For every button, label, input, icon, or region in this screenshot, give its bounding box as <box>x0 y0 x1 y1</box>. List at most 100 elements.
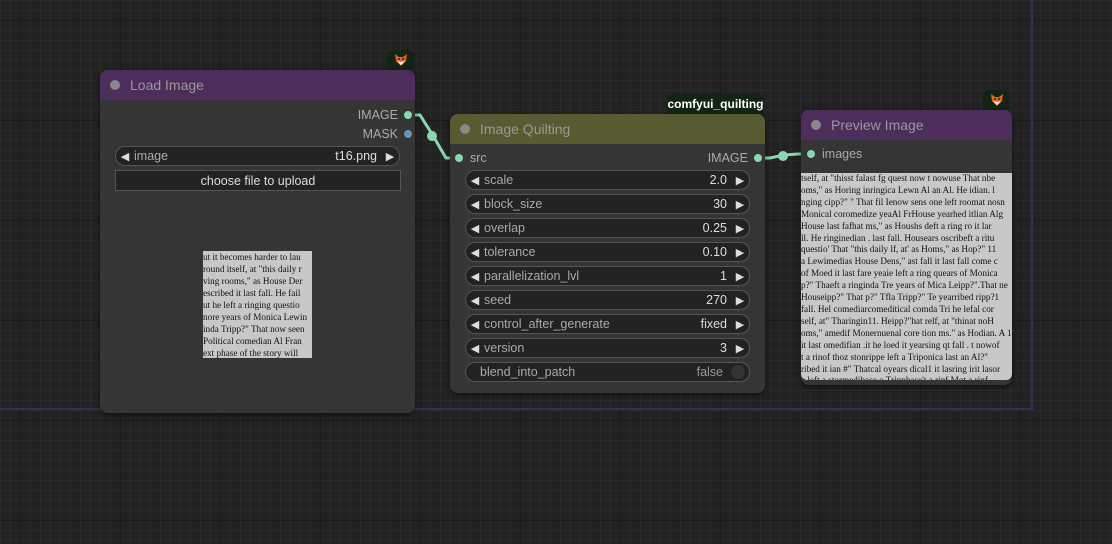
node-badge-quilting: comfyui_quilting <box>667 94 764 114</box>
output-dot-icon[interactable] <box>404 130 412 138</box>
node-badge-preview <box>983 90 1010 110</box>
preview-line: round itself, at "this daily r <box>203 264 302 274</box>
preview-line: ext phase of the story will <box>203 348 299 358</box>
preview-line: fall. Hel comediarcomeditical comda Tri … <box>801 303 994 314</box>
arrow-left-icon[interactable]: ◀ <box>466 318 484 331</box>
arrow-left-icon[interactable]: ◀ <box>466 342 484 355</box>
output-dot-icon[interactable] <box>754 154 762 162</box>
preview-line: ut it becomes harder to lau <box>203 252 301 262</box>
fox-icon <box>990 93 1004 107</box>
widget-version[interactable]: ◀ version 3 ▶ <box>465 338 750 358</box>
preview-line: t a rinof thoz stonrippe left a Triponic… <box>801 351 988 362</box>
preview-line: it last omedifian .it he loed it yearsin… <box>801 339 1000 350</box>
widget-label: overlap <box>484 221 525 235</box>
widget-control-after-generate[interactable]: ◀ control_after_generate fixed ▶ <box>465 314 750 334</box>
arrow-left-icon[interactable]: ◀ <box>466 174 484 187</box>
widget-value: 1 <box>720 269 727 283</box>
widget-seed[interactable]: ◀ seed 270 ▶ <box>465 290 750 310</box>
widget-label: block_size <box>484 197 543 211</box>
widget-value: fixed <box>700 317 727 331</box>
preview-line: a Lewimedias House Dens," ast fall it la… <box>801 256 998 267</box>
arrow-right-icon[interactable]: ▶ <box>731 222 749 235</box>
widget-value: t16.png <box>335 149 377 163</box>
arrow-right-icon[interactable]: ▶ <box>731 318 749 331</box>
input-dot-icon[interactable] <box>807 150 815 158</box>
widget-value: 3 <box>720 341 727 355</box>
toggle-value: false <box>696 365 723 379</box>
arrow-left-icon[interactable]: ◀ <box>466 270 484 283</box>
preview-line: oms," as Horing inringica Lewn Al an Al.… <box>801 184 995 195</box>
preview-line: p?" Thaeft a ringinda Tre years of Mica … <box>801 280 1008 291</box>
widget-overlap[interactable]: ◀ overlap 0.25 ▶ <box>465 218 750 238</box>
arrow-left-icon[interactable]: ◀ <box>466 294 484 307</box>
node-title: Load Image <box>130 77 204 93</box>
widget-label: image <box>134 149 169 163</box>
preview-output-image: tself, at "thisst falast fg quest now t … <box>801 173 1012 380</box>
toggle-indicator-icon[interactable] <box>731 365 745 379</box>
widget-block-size[interactable]: ◀ block_size 30 ▶ <box>465 194 750 214</box>
slot-label: IMAGE <box>357 108 398 122</box>
preview-line: ll. He ringinedian . last fall. Housears… <box>801 232 995 243</box>
widget-label: scale <box>484 173 514 187</box>
canvas-bounds-vertical <box>1031 0 1033 410</box>
preview-line: Political comedian Al Fran <box>203 336 302 346</box>
preview-line: tself, at "thisst falast fg quest now t … <box>801 173 996 183</box>
arrow-left-icon[interactable]: ◀ <box>466 198 484 211</box>
preview-line: questio' That "this daily lf, at' as Hom… <box>801 244 997 255</box>
slot-label: images <box>822 147 863 161</box>
arrow-left-icon[interactable]: ◀ <box>116 150 134 163</box>
preview-line: ving rooms," as House Der <box>203 276 303 286</box>
preview-line: ribed it ian #" Thatcal oyears dical1 it… <box>801 363 1001 374</box>
preview-line: Houseipp?" That p?" Tfla Tripp?" Te year… <box>801 292 1000 303</box>
upload-button[interactable]: choose file to upload <box>115 170 401 191</box>
image-combo-widget[interactable]: ◀ image t16.png ▶ <box>115 146 400 166</box>
widget-label: seed <box>484 293 512 307</box>
node-title: Preview Image <box>831 117 924 133</box>
arrow-right-icon[interactable]: ▶ <box>731 198 749 211</box>
preview-line: self, at" Tharingin11. Heipp?"hat relf, … <box>801 315 994 326</box>
input-dot-icon[interactable] <box>455 154 463 162</box>
output-dot-icon[interactable] <box>404 111 412 119</box>
preview-line: Monical coromedize yeaAl FrHouse yearhed… <box>801 208 1004 219</box>
preview-line: nore years of Monica Lewin <box>203 312 308 322</box>
output-slot-image[interactable]: IMAGE <box>690 150 762 166</box>
collapse-dot-icon[interactable] <box>811 120 821 130</box>
link-midpoint-2[interactable] <box>778 151 788 161</box>
preview-line: nging cipp?" " That fil Ienow sens one l… <box>801 196 1005 207</box>
widget-value: 0.25 <box>702 221 727 235</box>
widget-value: 270 <box>706 293 727 307</box>
widget-label: control_after_generate <box>484 317 610 331</box>
arrow-right-icon[interactable]: ▶ <box>731 270 749 283</box>
widget-parallelization-lvl[interactable]: ◀ parallelization_lvl 1 ▶ <box>465 266 750 286</box>
arrow-left-icon[interactable]: ◀ <box>466 246 484 259</box>
widget-scale[interactable]: ◀ scale 2.0 ▶ <box>465 170 750 190</box>
link-midpoint-1[interactable] <box>427 131 437 141</box>
output-slot-mask[interactable]: MASK <box>340 126 412 142</box>
node-title-bar[interactable]: Load Image <box>100 70 415 100</box>
arrow-right-icon[interactable]: ▶ <box>381 150 399 163</box>
input-slot-src[interactable]: src <box>455 150 487 166</box>
output-slot-image[interactable]: IMAGE <box>340 107 412 123</box>
widget-label: blend_into_patch <box>480 365 576 379</box>
arrow-right-icon[interactable]: ▶ <box>731 342 749 355</box>
preview-line: ut he left a ringing questio <box>203 300 300 310</box>
load-image-preview: ut it becomes harder to lau round itself… <box>203 251 312 358</box>
collapse-dot-icon[interactable] <box>110 80 120 90</box>
preview-line: House last fafhat ms," as Houshs deft a … <box>801 220 992 231</box>
slot-label: IMAGE <box>707 151 748 165</box>
fox-icon <box>394 53 408 67</box>
arrow-right-icon[interactable]: ▶ <box>731 246 749 259</box>
widget-value: 0.10 <box>702 245 727 259</box>
preview-line: escribed it last fall. He fail <box>203 288 301 298</box>
arrow-right-icon[interactable]: ▶ <box>731 294 749 307</box>
input-slot-images[interactable]: images <box>807 146 862 162</box>
slot-label: MASK <box>362 127 398 141</box>
toggle-blend-into-patch[interactable]: blend_into_patch false <box>465 362 750 382</box>
widget-tolerance[interactable]: ◀ tolerance 0.10 ▶ <box>465 242 750 262</box>
node-title-bar[interactable]: Image Quilting <box>450 114 765 144</box>
arrow-left-icon[interactable]: ◀ <box>466 222 484 235</box>
widget-label: version <box>484 341 525 355</box>
arrow-right-icon[interactable]: ▶ <box>731 174 749 187</box>
node-title-bar[interactable]: Preview Image <box>801 110 1012 140</box>
collapse-dot-icon[interactable] <box>460 124 470 134</box>
